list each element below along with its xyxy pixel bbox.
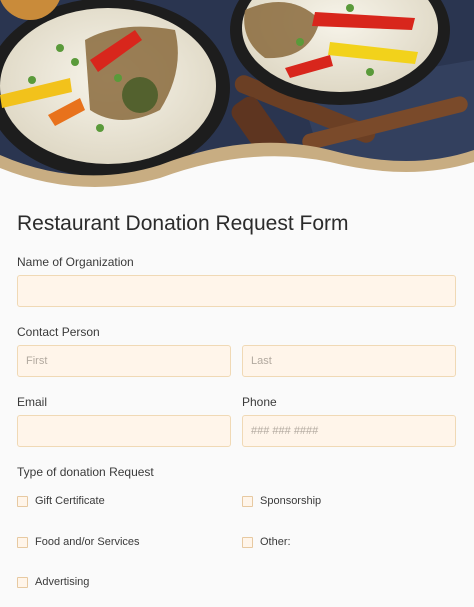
option-label: Food and/or Services <box>35 536 140 548</box>
checkbox-food-services[interactable] <box>17 536 28 548</box>
header-food-image <box>0 0 474 205</box>
last-name-input[interactable] <box>242 345 456 377</box>
option-label: Sponsorship <box>260 495 322 507</box>
option-food-services[interactable]: Food and/or Services <box>17 536 140 548</box>
option-other[interactable]: Other: <box>242 536 291 548</box>
contact-person-label: Contact Person <box>17 325 100 339</box>
first-name-input[interactable] <box>17 345 231 377</box>
form-title: Restaurant Donation Request Form <box>17 212 349 235</box>
option-sponsorship[interactable]: Sponsorship <box>242 495 321 507</box>
food-photo-illustration <box>0 0 474 205</box>
phone-label: Phone <box>242 395 277 409</box>
checkbox-gift-certificate[interactable] <box>17 495 28 507</box>
option-label: Advertising <box>35 576 90 588</box>
checkbox-other[interactable] <box>242 536 253 548</box>
checkbox-sponsorship[interactable] <box>242 495 253 507</box>
option-label: Other: <box>260 536 291 548</box>
donation-type-label: Type of donation Request <box>17 465 154 479</box>
email-label: Email <box>17 395 48 409</box>
organization-label: Name of Organization <box>17 255 134 269</box>
organization-input[interactable] <box>17 275 456 307</box>
option-label: Gift Certificate <box>35 495 105 507</box>
option-advertising[interactable]: Advertising <box>17 576 89 588</box>
checkbox-advertising[interactable] <box>17 576 28 588</box>
email-input[interactable] <box>17 415 231 447</box>
option-gift-certificate[interactable]: Gift Certificate <box>17 495 105 507</box>
phone-input[interactable] <box>242 415 456 447</box>
